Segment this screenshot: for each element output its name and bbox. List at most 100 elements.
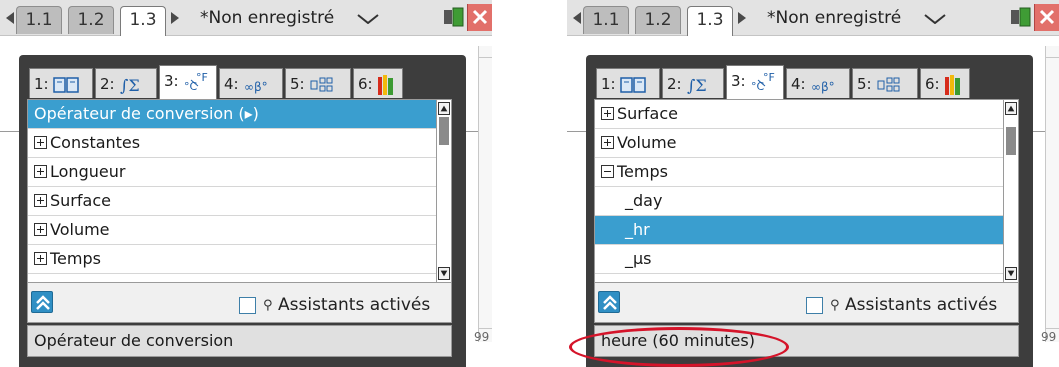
list-item[interactable]: Volume — [28, 216, 436, 245]
scroll-up-arrow-icon[interactable] — [1046, 46, 1059, 58]
scroll-down-arrow-icon[interactable] — [438, 267, 450, 280]
catalog-tab-4[interactable]: 4: ∞β° — [219, 68, 283, 98]
catalog-tab-6[interactable]: 6: — [353, 68, 403, 98]
library-icon — [378, 74, 394, 95]
page-tab-1-1[interactable]: 1.1 — [16, 6, 62, 34]
next-page-arrow-icon[interactable] — [171, 12, 179, 24]
list-item[interactable]: Opérateur de conversion (▸) — [28, 100, 436, 129]
catalog-tab-4[interactable]: 4: ∞β° — [786, 68, 850, 98]
chevron-down-icon[interactable] — [924, 14, 946, 24]
list-item[interactable]: Longueur — [28, 158, 436, 187]
document-title[interactable]: *Non enregistré — [200, 8, 334, 28]
page-tab-1-2[interactable]: 1.2 — [68, 6, 114, 34]
previous-page-arrow-icon[interactable] — [6, 12, 14, 24]
library-icon — [945, 74, 961, 95]
catalog-list[interactable]: Opérateur de conversion (▸) Constantes L… — [27, 99, 452, 283]
list-item[interactable]: _hr — [595, 216, 1003, 245]
graph-axis-line — [1033, 131, 1045, 132]
catalog-tab-number: 4: — [224, 75, 239, 93]
scrollbar-thumb[interactable] — [1006, 127, 1016, 155]
catalog-tab-5[interactable]: 5: — [285, 68, 351, 98]
catalog-tabs: 1: 2: ∫Σ 3: °C °F 4: ∞β° 5: 6: — [26, 65, 422, 100]
catalog-tab-number: 6: — [925, 75, 940, 93]
page-number-hint: 99 — [1041, 330, 1057, 344]
list-scrollbar[interactable] — [1003, 100, 1018, 282]
scroll-down-arrow-icon[interactable] — [1005, 267, 1017, 280]
list-item-label: Temps — [617, 162, 668, 181]
chevron-down-icon[interactable] — [357, 14, 379, 24]
page-scrollbar[interactable] — [478, 46, 492, 342]
expand-plus-icon[interactable] — [34, 194, 47, 207]
close-button[interactable] — [1034, 4, 1059, 31]
catalog-list[interactable]: Surface Volume Temps _day _hr _μs — [594, 99, 1019, 283]
document-toolbar: 1.1 1.2 1.3 *Non enregistré — [0, 0, 492, 36]
list-item[interactable]: Temps — [595, 158, 1003, 187]
page-scrollbar[interactable] — [1045, 46, 1059, 342]
catalog-tab-1[interactable]: 1: — [596, 68, 660, 98]
page-tab-1-3[interactable]: 1.3 — [120, 6, 166, 36]
wizard-key-icon: ⚲ — [830, 298, 840, 313]
next-page-arrow-icon[interactable] — [738, 12, 746, 24]
catalog-tab-2[interactable]: 2: ∫Σ — [95, 68, 157, 98]
expand-plus-icon[interactable] — [34, 165, 47, 178]
list-item[interactable]: Surface — [595, 100, 1003, 129]
collapse-help-button[interactable] — [31, 291, 53, 313]
document-title[interactable]: *Non enregistré — [767, 8, 901, 28]
previous-page-arrow-icon[interactable] — [573, 12, 581, 24]
list-item-label: Volume — [50, 220, 110, 239]
catalog-tab-6[interactable]: 6: — [920, 68, 970, 98]
list-item[interactable]: Volume — [595, 129, 1003, 158]
expand-plus-icon[interactable] — [34, 136, 47, 149]
list-item[interactable]: Surface — [28, 187, 436, 216]
graph-axis-line — [567, 131, 586, 132]
list-item[interactable]: _day — [595, 187, 1003, 216]
page-tab-1-2[interactable]: 1.2 — [635, 6, 681, 34]
collapse-minus-icon[interactable] — [601, 165, 614, 178]
double-chevron-up-icon — [603, 295, 617, 310]
list-item-label: Surface — [50, 191, 111, 210]
integral-sigma-icon: ∫Σ — [687, 76, 707, 94]
double-chevron-up-icon — [36, 295, 50, 310]
catalog-tab-2[interactable]: 2: ∫Σ — [662, 68, 724, 98]
list-item-label: Temps — [50, 249, 101, 268]
page-tab-1-1[interactable]: 1.1 — [583, 6, 629, 34]
wizards-checkbox[interactable] — [806, 297, 823, 314]
list-item[interactable]: Temps — [28, 245, 436, 274]
catalog-tab-3[interactable]: 3: °C °F — [726, 65, 784, 100]
expand-plus-icon[interactable] — [34, 223, 47, 236]
collapse-help-button[interactable] — [598, 291, 620, 313]
wizard-bar: ⚲ Assistants activés — [594, 283, 1019, 323]
integral-sigma-icon: ∫Σ — [120, 76, 140, 94]
catalog-tab-1[interactable]: 1: — [29, 68, 93, 98]
catalog-tab-3[interactable]: 3: °C °F — [159, 65, 217, 100]
wizards-label: Assistants activés — [845, 295, 998, 315]
catalog-tab-number: 1: — [601, 75, 616, 93]
list-item-label: _μs — [625, 249, 652, 268]
expand-plus-icon[interactable] — [601, 136, 614, 149]
page-tab-1-3[interactable]: 1.3 — [687, 6, 733, 36]
list-item[interactable]: _μs — [595, 245, 1003, 274]
wizards-checkbox[interactable] — [239, 297, 256, 314]
svg-text:∫Σ: ∫Σ — [120, 76, 140, 94]
catalog-tab-number: 1: — [34, 75, 49, 93]
catalog-tab-number: 4: — [791, 75, 806, 93]
list-item-label: Opérateur de conversion (▸) — [34, 104, 259, 123]
close-button[interactable] — [467, 4, 492, 31]
scroll-up-arrow-icon[interactable] — [1005, 102, 1017, 115]
list-scrollbar[interactable] — [436, 100, 451, 282]
list-item-label: _day — [625, 191, 663, 210]
scroll-up-arrow-icon[interactable] — [438, 102, 450, 115]
wizard-key-icon: ⚲ — [263, 298, 273, 313]
expand-plus-icon[interactable] — [601, 107, 614, 120]
catalog-tabs: 1: 2: ∫Σ 3: °C °F 4: ∞β° 5: 6: — [593, 65, 989, 100]
expand-plus-icon[interactable] — [34, 252, 47, 265]
svg-text:°F: °F — [196, 71, 208, 84]
scroll-up-arrow-icon[interactable] — [479, 46, 492, 58]
catalog-tab-number: 5: — [857, 75, 872, 93]
book-icon — [620, 76, 647, 93]
catalog-tab-5[interactable]: 5: — [852, 68, 918, 98]
catalog-tab-number: 3: — [731, 72, 746, 90]
list-item-label: Volume — [617, 133, 677, 152]
list-item[interactable]: Constantes — [28, 129, 436, 158]
scrollbar-thumb[interactable] — [439, 117, 449, 145]
